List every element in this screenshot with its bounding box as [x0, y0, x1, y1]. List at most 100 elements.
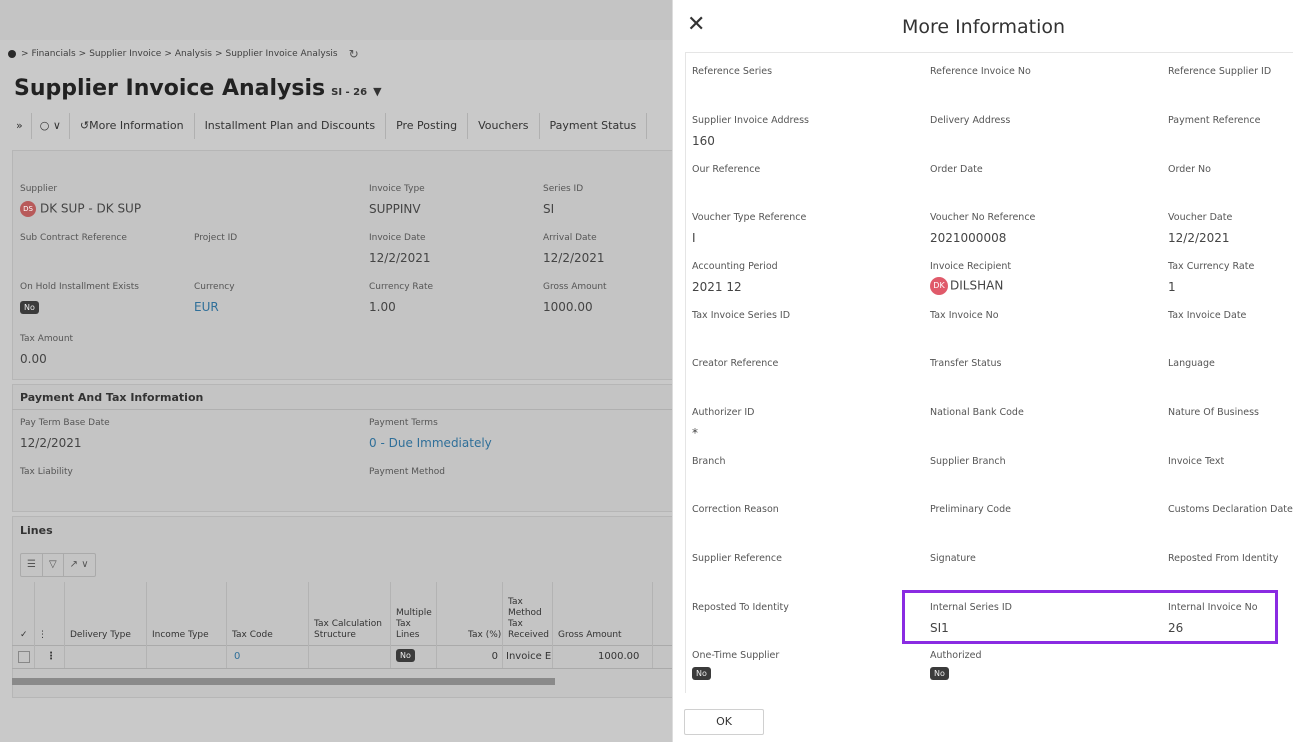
status-badge: No [930, 667, 949, 680]
filter-icon[interactable]: ▽ [43, 554, 64, 576]
field-national-bank-code: National Bank Code [930, 407, 1024, 418]
supplier-value[interactable]: DS DK SUP - DK SUP [20, 201, 141, 217]
multiple-tax-lines-cell: No [396, 649, 415, 662]
currency-label: Currency [194, 282, 235, 292]
field-tax-invoice-no: Tax Invoice No [930, 310, 999, 321]
horizontal-scrollbar[interactable] [12, 678, 555, 685]
divider [12, 409, 684, 410]
expand-icon[interactable]: » [8, 113, 32, 139]
column-header[interactable]: Delivery Type [70, 630, 131, 641]
export-icon[interactable]: ↗ ∨ [64, 554, 95, 576]
field-authorized: Authorized No [930, 650, 982, 680]
column-header[interactable]: Income Type [152, 630, 209, 641]
arrival-date-label: Arrival Date [543, 233, 597, 243]
payment-status-button[interactable]: Payment Status [540, 113, 648, 139]
tax-amount-label: Tax Amount [20, 334, 74, 344]
field-reposted-to-identity: Reposted To Identity [692, 602, 789, 613]
header-panel [12, 150, 686, 380]
pre-posting-button[interactable]: Pre Posting [386, 113, 469, 139]
currency-value[interactable]: EUR [194, 300, 219, 314]
column-header[interactable]: Tax Code [232, 630, 273, 641]
avatar: DS [20, 201, 36, 217]
field-supplier-reference: Supplier Reference [692, 553, 782, 564]
command-bar: » ○ ∨ ↺More Information Installment Plan… [8, 113, 648, 139]
field-branch: Branch [692, 456, 726, 467]
field-one-time-supplier: One-Time Supplier No [692, 650, 780, 680]
gross-amount-value: 1000.00 [543, 300, 593, 314]
pay-term-label: Pay Term Base Date [20, 418, 110, 428]
field-transfer-status: Transfer Status [930, 358, 1002, 369]
breadcrumb-item[interactable]: Supplier Invoice Analysis [226, 49, 338, 59]
field-voucher-no-reference: Voucher No Reference 2021000008 [930, 212, 1036, 245]
column-menu-icon[interactable]: ⋮ [38, 630, 47, 641]
field-our-reference: Our Reference [692, 164, 761, 175]
field-accounting-period: Accounting Period 2021 12 [692, 261, 778, 294]
field-order-date: Order Date [930, 164, 983, 175]
field-tax-invoice-date: Tax Invoice Date [1168, 310, 1247, 321]
column-header[interactable]: Tax Method Tax Received [508, 597, 550, 641]
search-options-icon[interactable]: ○ ∨ [32, 113, 70, 139]
series-id-value: SI [543, 202, 555, 216]
field-nature-of-business: Nature Of Business [1168, 407, 1259, 418]
ok-button[interactable]: OK [684, 709, 764, 735]
table-row[interactable]: ⋮ 0 No 0 Invoice E 1000.00 [12, 646, 672, 669]
chevron-down-icon[interactable]: ▼ [373, 85, 381, 98]
select-all-checkbox[interactable]: ✓ [20, 630, 28, 641]
field-voucher-type-reference: Voucher Type Reference I [692, 212, 807, 245]
column-header[interactable]: Multiple Tax Lines [396, 608, 436, 641]
field-authorizer-id: Authorizer ID * [692, 407, 755, 440]
page-title-text: Supplier Invoice Analysis [14, 76, 326, 101]
field-tax-currency-rate: Tax Currency Rate 1 [1168, 261, 1255, 294]
field-signature: Signature [930, 553, 976, 564]
field-voucher-date: Voucher Date 12/2/2021 [1168, 212, 1233, 245]
on-hold-value: No [20, 299, 39, 314]
field-payment-reference: Payment Reference [1168, 115, 1261, 126]
invoice-type-label: Invoice Type [369, 184, 425, 194]
lines-grid: ✓ ⋮ Delivery Type Income Type Tax Code T… [12, 582, 672, 669]
home-icon[interactable] [8, 50, 16, 58]
arrival-date-value: 12/2/2021 [543, 251, 605, 265]
page-title: Supplier Invoice Analysis SI - 26 ▼ [14, 76, 382, 101]
invoice-date-value: 12/2/2021 [369, 251, 431, 265]
field-correction-reason: Correction Reason [692, 504, 779, 515]
tax-liability-label: Tax Liability [20, 467, 73, 477]
field-preliminary-code: Preliminary Code [930, 504, 1011, 515]
installment-plan-button[interactable]: Installment Plan and Discounts [195, 113, 387, 139]
column-header[interactable]: Gross Amount [558, 630, 622, 641]
vouchers-button[interactable]: Vouchers [468, 113, 540, 139]
gross-amount-label: Gross Amount [543, 282, 607, 292]
invoice-date-label: Invoice Date [369, 233, 426, 243]
breadcrumb-item[interactable]: Financials [32, 49, 76, 59]
tax-pct-cell: 0 [491, 651, 498, 662]
breadcrumb-item[interactable]: Supplier Invoice [89, 49, 161, 59]
list-icon[interactable]: ☰ [21, 554, 43, 576]
tax-amount-value: 0.00 [20, 352, 47, 366]
avatar: DK [930, 277, 948, 295]
field-delivery-address: Delivery Address [930, 115, 1011, 126]
field-order-no: Order No [1168, 164, 1211, 175]
row-checkbox[interactable] [18, 651, 30, 663]
status-badge: No [692, 667, 711, 680]
currency-rate-value: 1.00 [369, 300, 396, 314]
project-id-label: Project ID [194, 233, 238, 243]
currency-rate-label: Currency Rate [369, 282, 434, 292]
status-badge: No [396, 649, 415, 662]
payment-terms-value[interactable]: 0 - Due Immediately [369, 436, 492, 450]
column-header[interactable]: Tax (%) [468, 630, 501, 641]
dialog-title: More Information [901, 16, 1066, 38]
invoice-type-value: SUPPINV [369, 202, 421, 216]
more-information-button[interactable]: ↺More Information [70, 113, 195, 139]
sub-contract-label: Sub Contract Reference [20, 233, 127, 243]
column-header[interactable]: Tax Calculation Structure [314, 619, 394, 641]
grid-header: ✓ ⋮ Delivery Type Income Type Tax Code T… [12, 582, 672, 646]
field-tax-invoice-series-id: Tax Invoice Series ID [692, 310, 791, 321]
field-creator-reference: Creator Reference [692, 358, 779, 369]
payment-terms-label: Payment Terms [369, 418, 438, 428]
tax-code-cell[interactable]: 0 [234, 651, 240, 662]
breadcrumb-item[interactable]: Analysis [175, 49, 212, 59]
payment-method-label: Payment Method [369, 467, 446, 477]
row-menu-icon[interactable]: ⋮ [46, 651, 56, 662]
record-selector[interactable]: SI - 26 [331, 87, 367, 98]
refresh-icon[interactable]: ↻ [349, 47, 359, 61]
field-invoice-text: Invoice Text [1168, 456, 1225, 467]
